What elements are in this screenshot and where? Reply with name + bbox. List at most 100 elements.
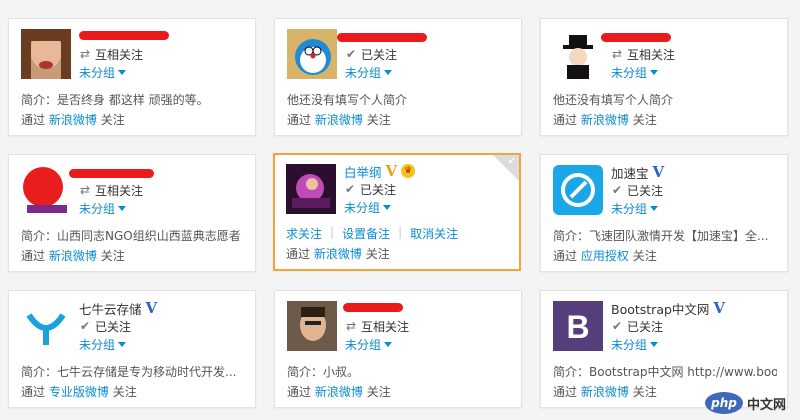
follow-source: 通过 新浪微博 关注 [286,245,390,262]
follow-status[interactable]: 互相关注 [361,318,409,335]
crown-icon: ♛ [401,164,416,178]
source-link[interactable]: 新浪微博 [315,113,363,127]
set-remark-link[interactable]: 设置备注 [342,225,390,242]
user-name[interactable]: 七牛云存储 [79,299,142,317]
group-dropdown[interactable]: 未分组 [345,335,513,353]
caret-down-icon [118,69,127,75]
user-name[interactable]: Bootstrap中文网 [611,299,709,317]
check-icon: ✔ [344,182,356,196]
php-logo: php [704,392,743,414]
user-name[interactable] [345,301,425,315]
via-prefix: 通过 [21,249,46,263]
source-link[interactable]: 新浪微博 [581,385,629,399]
source-link[interactable]: 新浪微博 [314,247,362,261]
user-intro: 他还没有填写个人简介 [553,93,674,107]
unfollow-link[interactable]: 取消关注 [410,225,458,242]
group-label: 未分组 [611,337,648,352]
caret-down-icon [384,341,393,347]
follow-status[interactable]: 互相关注 [627,46,675,63]
follow-status[interactable]: 已关注 [95,318,131,335]
avatar[interactable] [287,29,337,79]
avatar[interactable] [21,301,71,351]
source-link[interactable]: 新浪微博 [49,113,97,127]
follow-source: 通过 新浪微博 关注 [287,111,391,128]
group-dropdown[interactable]: 未分组 [79,335,247,353]
group-dropdown[interactable]: 未分组 [345,63,513,81]
via-suffix: 关注 [100,113,125,127]
caret-down-icon [384,69,393,75]
user-card: 七牛云存储 V ✔ 已关注 未分组 简介：七牛云存储是专为移动时代开发... 通过 … [8,290,256,408]
source-link[interactable]: 专业版微博 [49,385,109,399]
group-label: 未分组 [345,337,382,352]
group-dropdown[interactable]: 未分组 [611,63,779,81]
avatar[interactable] [21,165,71,215]
follow-status[interactable]: 已关注 [627,318,663,335]
user-intro: 简介：飞速团队激情开发【加速宝】全... [553,229,769,243]
user-name[interactable]: 白举纲 [344,162,382,180]
follow-status[interactable]: 已关注 [361,46,397,63]
source-link[interactable]: 应用授权 [581,249,629,263]
request-follow-link[interactable]: 求关注 [286,225,322,242]
via-prefix: 通过 [286,247,311,261]
follow-status[interactable]: 互相关注 [95,46,143,63]
follow-status[interactable]: 互相关注 [95,182,143,199]
avatar[interactable] [553,165,603,215]
user-intro: 简介：山西同志NGO组织山西蓝典志愿者 [21,229,241,243]
check-icon: ✔ [345,47,357,61]
caret-down-icon [118,341,127,347]
group-dropdown[interactable]: 未分组 [79,63,247,81]
follow-source: 通过 新浪微博 关注 [287,383,391,400]
user-card-selected[interactable]: ✔ 白举纲 V ♛ ✔ 已关注 未分组 求关注 | 设置备注 | 取消关注 通过 新浪… [273,153,521,271]
svg-text:B: B [566,309,589,345]
user-name[interactable] [345,29,425,43]
site-watermark: php 中文网 [704,392,786,414]
group-label: 未分组 [79,201,116,216]
verified-v-icon: V [713,299,726,317]
check-icon: ✔ [611,319,623,333]
watermark-text: 中文网 [746,397,786,413]
caret-down-icon [650,341,659,347]
via-suffix: 关注 [365,247,390,261]
via-prefix: 通过 [21,113,46,127]
group-dropdown[interactable]: 未分组 [611,199,779,217]
check-icon: ✔ [611,183,623,197]
user-name[interactable] [79,29,159,43]
via-prefix: 通过 [553,385,578,399]
user-intro: 简介：Bootstrap中文网 http://www.boot... [553,365,777,379]
via-prefix: 通过 [553,113,578,127]
avatar[interactable] [286,164,336,214]
user-card: 加速宝 V ✔ 已关注 未分组 简介：飞速团队激情开发【加速宝】全... 通过 应用… [540,154,788,272]
follow-status[interactable]: 已关注 [360,181,396,198]
source-link[interactable]: 新浪微博 [49,249,97,263]
group-label: 未分组 [79,65,116,80]
verified-v-icon: V [652,163,665,181]
user-name[interactable]: 加速宝 [611,163,649,181]
group-dropdown[interactable]: 未分组 [611,335,779,353]
source-link[interactable]: 新浪微博 [315,385,363,399]
avatar[interactable] [553,29,603,79]
group-label: 未分组 [345,65,382,80]
follow-source: 通过 专业版微博 关注 [21,383,137,400]
user-card: ⇄ 互相关注 未分组 简介：山西同志NGO组织山西蓝典志愿者 通过 新浪微博 关注 [8,154,256,272]
follow-source: 通过 新浪微博 关注 [553,383,657,400]
avatar[interactable] [21,29,71,79]
via-prefix: 通过 [553,249,578,263]
group-dropdown[interactable]: 未分组 [79,199,247,217]
group-label: 未分组 [611,65,648,80]
user-name[interactable] [611,29,691,43]
verified-v-icon: V [145,299,158,317]
follow-source: 通过 应用授权 关注 [553,247,657,264]
follow-status[interactable]: 已关注 [627,182,663,199]
user-card: ⇄ 互相关注 未分组 简介：小叔。 通过 新浪微博 关注 [274,290,522,408]
via-suffix: 关注 [632,385,657,399]
avatar[interactable] [287,301,337,351]
group-dropdown[interactable]: 未分组 [344,198,511,216]
source-link[interactable]: 新浪微博 [581,113,629,127]
mutual-follow-icon: ⇄ [345,319,357,333]
user-intro: 他还没有填写个人简介 [287,93,408,107]
user-name[interactable] [79,165,159,179]
avatar[interactable]: B [553,301,603,351]
via-suffix: 关注 [366,385,391,399]
via-prefix: 通过 [287,113,312,127]
caret-down-icon [383,204,392,210]
